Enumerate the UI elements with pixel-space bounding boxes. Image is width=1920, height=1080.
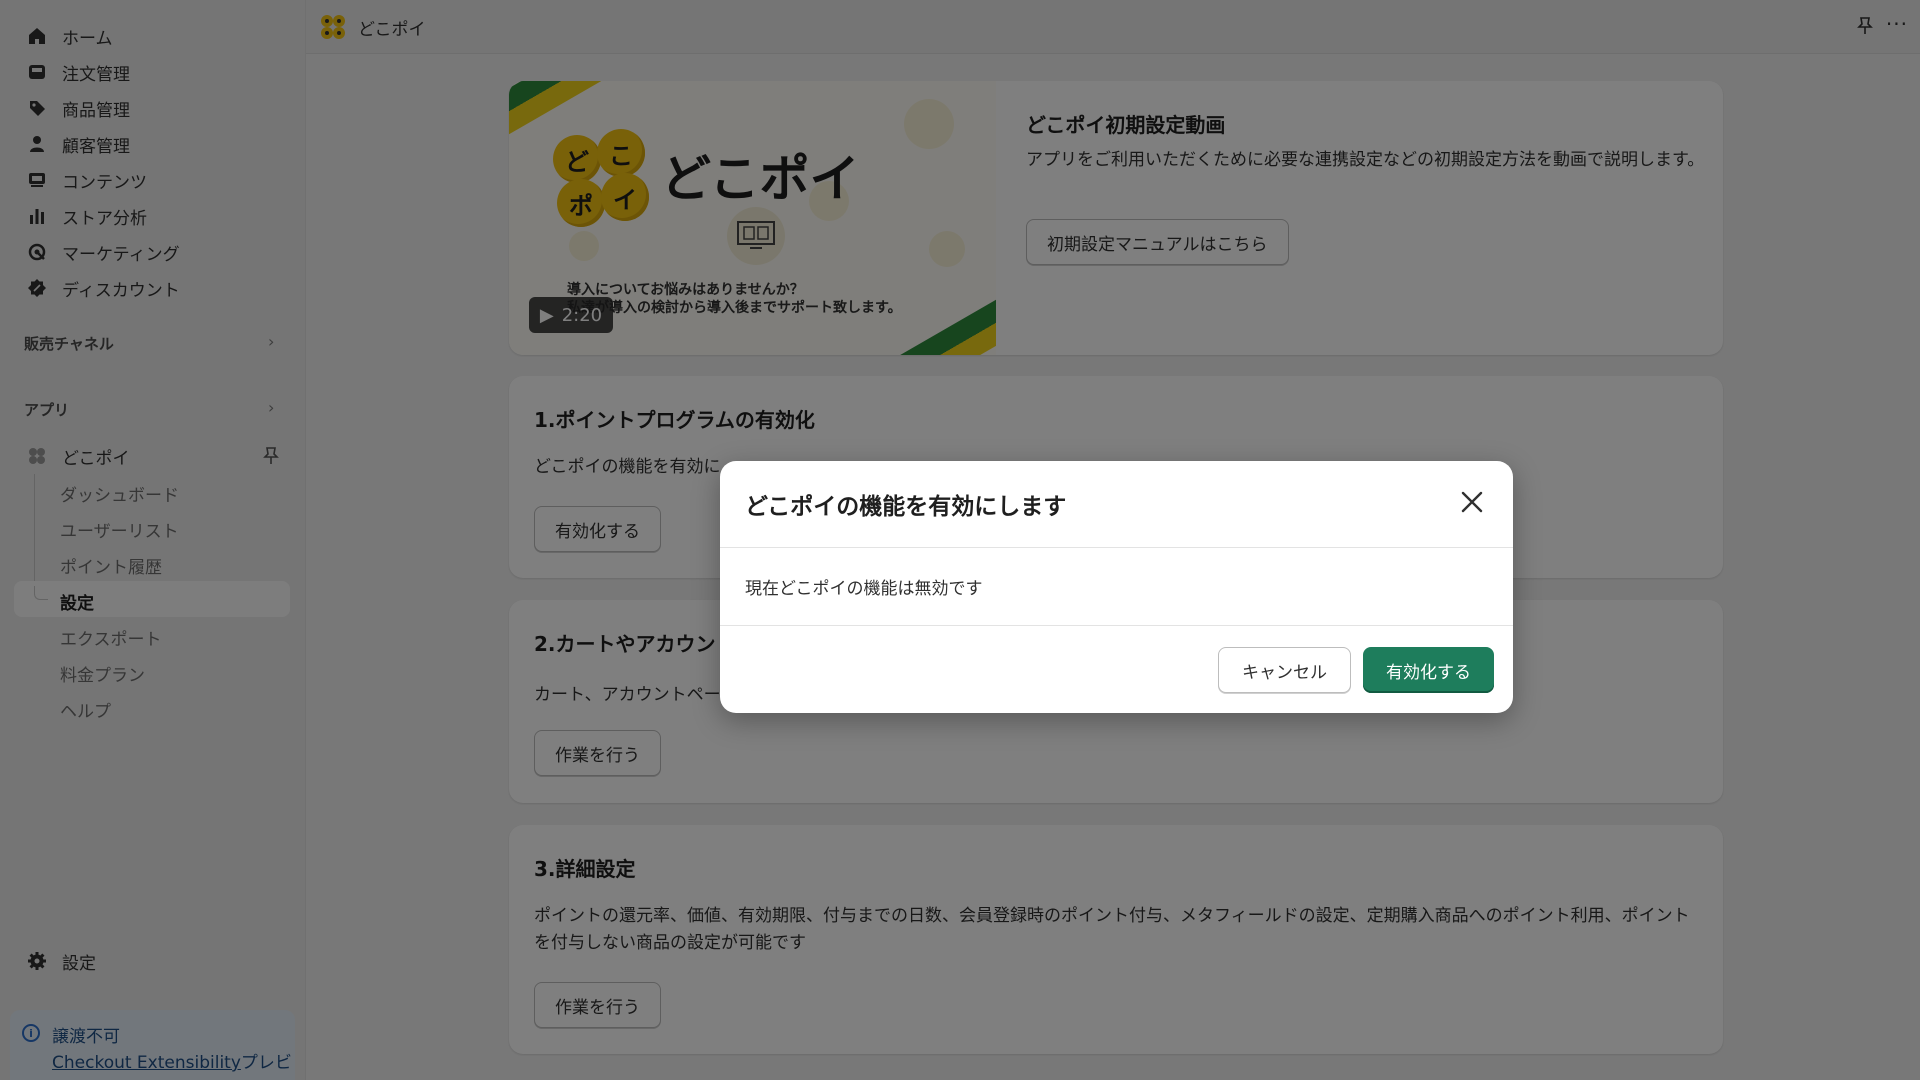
enable-modal: どこポイの機能を有効にします 現在どこポイの機能は無効です キャンセル 有効化す… xyxy=(720,461,1513,713)
modal-divider xyxy=(720,547,1513,548)
cancel-button[interactable]: キャンセル xyxy=(1218,647,1351,693)
close-icon[interactable] xyxy=(1457,487,1487,517)
confirm-enable-button[interactable]: 有効化する xyxy=(1363,647,1494,693)
modal-body: 現在どこポイの機能は無効です xyxy=(745,579,983,599)
modal-divider xyxy=(720,625,1513,626)
modal-title: どこポイの機能を有効にします xyxy=(745,494,1067,520)
